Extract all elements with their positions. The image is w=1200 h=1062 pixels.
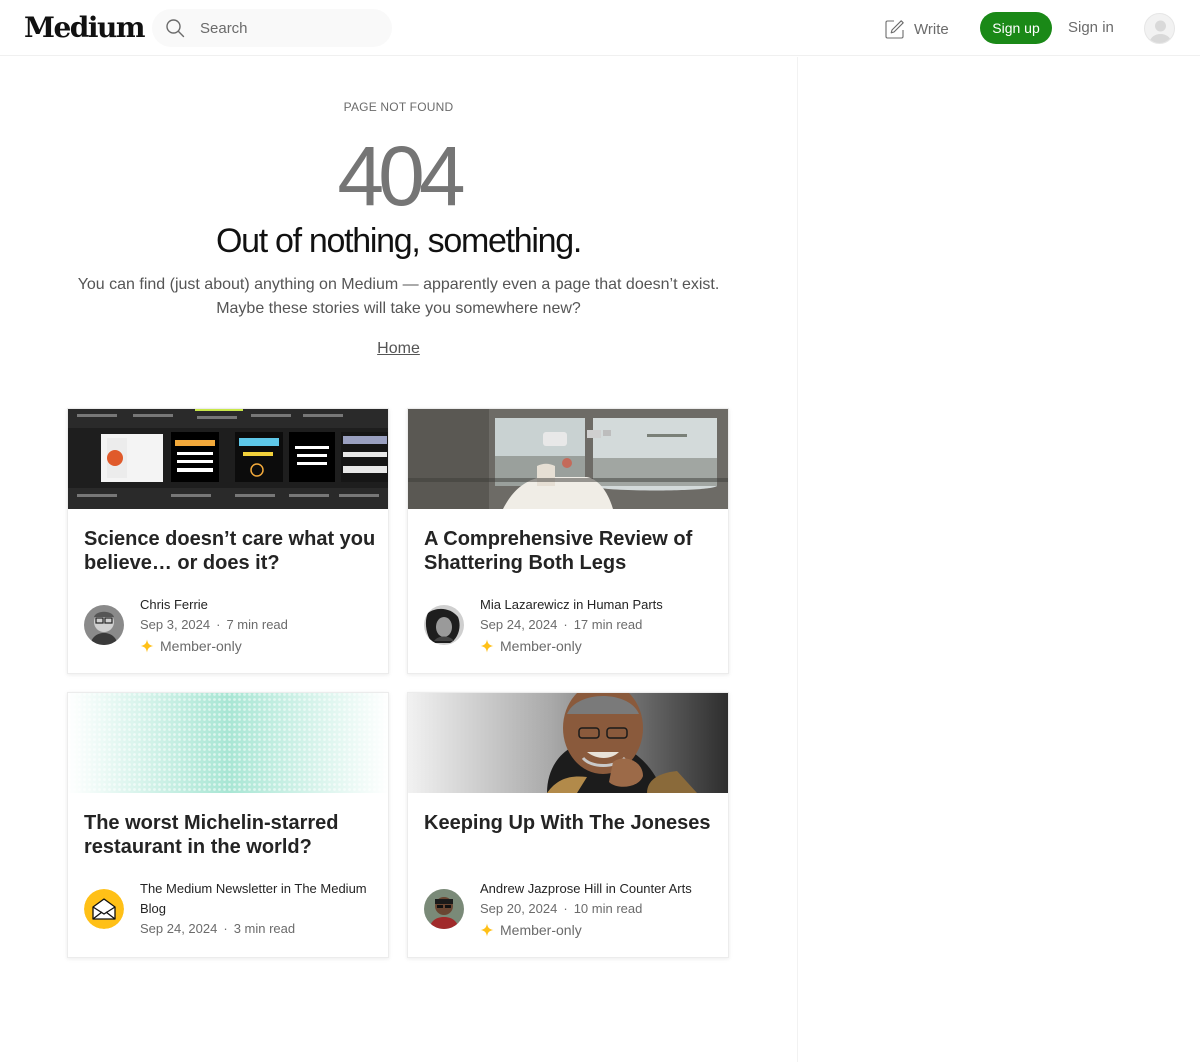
story-meta: Sep 3, 2024 · 7 min read xyxy=(140,617,288,632)
story-author[interactable]: The Medium Newsletter in The Medium Blog xyxy=(140,879,380,919)
story-date: Sep 24, 2024 xyxy=(140,921,218,936)
story-thumbnail[interactable] xyxy=(68,693,388,793)
search-box[interactable] xyxy=(152,9,392,47)
author-portrait-image xyxy=(84,605,124,645)
author-avatar[interactable] xyxy=(424,605,464,645)
story-card[interactable]: Keeping Up With The Joneses Andrew Jazpr… xyxy=(407,692,729,958)
story-thumbnail[interactable] xyxy=(68,409,388,509)
error-code: 404 xyxy=(337,129,465,223)
error-description: You can find (just about) anything on Me… xyxy=(40,273,757,321)
sign-up-button[interactable]: Sign up xyxy=(980,12,1052,44)
story-date: Sep 24, 2024 xyxy=(480,617,558,632)
write-label: Write xyxy=(914,20,949,38)
sign-in-link[interactable]: Sign in xyxy=(1068,18,1114,38)
home-link-container: Home xyxy=(0,338,797,360)
van-window-highway-image xyxy=(408,409,728,509)
author-avatar[interactable] xyxy=(424,889,464,929)
story-meta: Sep 24, 2024 · 3 min read xyxy=(140,921,296,936)
story-read-time: 3 min read xyxy=(233,921,296,936)
story-read-time: 17 min read xyxy=(573,617,643,632)
write-button[interactable]: Write xyxy=(884,17,949,41)
page-not-found-label: PAGE NOT FOUND xyxy=(343,100,454,114)
story-card[interactable]: Science doesn’t care what you believe… o… xyxy=(67,408,389,674)
story-thumbnail[interactable] xyxy=(408,409,728,509)
sidebar-divider xyxy=(797,57,798,1062)
error-description-line-2: Maybe these stories will take you somewh… xyxy=(216,300,581,317)
story-title[interactable]: The worst Michelin-starred restaurant in… xyxy=(84,811,376,859)
search-input[interactable] xyxy=(200,9,380,47)
member-star-icon xyxy=(140,639,154,653)
member-only-badge: Member-only xyxy=(480,636,582,656)
member-star-icon xyxy=(480,639,494,653)
halftone-pattern-image xyxy=(68,693,388,793)
story-date: Sep 3, 2024 xyxy=(140,617,211,632)
home-link[interactable]: Home xyxy=(377,340,420,357)
story-title[interactable]: Science doesn’t care what you believe… o… xyxy=(84,527,376,575)
story-title[interactable]: Keeping Up With The Joneses xyxy=(424,811,716,835)
member-only-badge: Member-only xyxy=(140,636,242,656)
error-headline: Out of nothing, something. xyxy=(215,222,582,260)
write-icon xyxy=(885,19,904,39)
member-only-badge: Member-only xyxy=(480,920,582,940)
search-icon xyxy=(166,19,185,38)
story-card[interactable]: The worst Michelin-starred restaurant in… xyxy=(67,692,389,958)
member-star-icon xyxy=(480,923,494,937)
story-thumbnail[interactable] xyxy=(408,693,728,793)
science-poster-collage-image xyxy=(68,409,388,509)
author-portrait-image xyxy=(424,889,464,929)
story-date: Sep 20, 2024 xyxy=(480,901,558,916)
story-meta: Sep 20, 2024 · 10 min read xyxy=(480,901,643,916)
member-only-label: Member-only xyxy=(500,638,582,654)
member-only-label: Member-only xyxy=(500,922,582,938)
medium-logo[interactable]: Medium xyxy=(24,10,146,46)
author-portrait-image xyxy=(424,605,464,645)
story-author[interactable]: Mia Lazarewicz in Human Parts xyxy=(480,595,720,615)
smiling-man-portrait-image xyxy=(408,693,728,793)
top-bar: Medium Write Sign up Sign in xyxy=(0,0,1200,56)
story-title[interactable]: A Comprehensive Review of Shattering Bot… xyxy=(424,527,716,575)
error-description-line-1: You can find (just about) anything on Me… xyxy=(77,276,720,293)
medium-newsletter-envelope-icon xyxy=(84,889,124,929)
story-card[interactable]: A Comprehensive Review of Shattering Bot… xyxy=(407,408,729,674)
author-avatar[interactable] xyxy=(84,605,124,645)
story-author[interactable]: Chris Ferrie xyxy=(140,595,380,615)
story-meta: Sep 24, 2024 · 17 min read xyxy=(480,617,643,632)
story-read-time: 7 min read xyxy=(226,617,288,632)
member-only-label: Member-only xyxy=(160,638,242,654)
user-avatar[interactable] xyxy=(1144,13,1175,44)
story-author[interactable]: Andrew Jazprose Hill in Counter Arts xyxy=(480,879,720,899)
author-avatar[interactable] xyxy=(84,889,124,929)
user-icon xyxy=(1149,20,1172,43)
story-read-time: 10 min read xyxy=(573,901,643,916)
